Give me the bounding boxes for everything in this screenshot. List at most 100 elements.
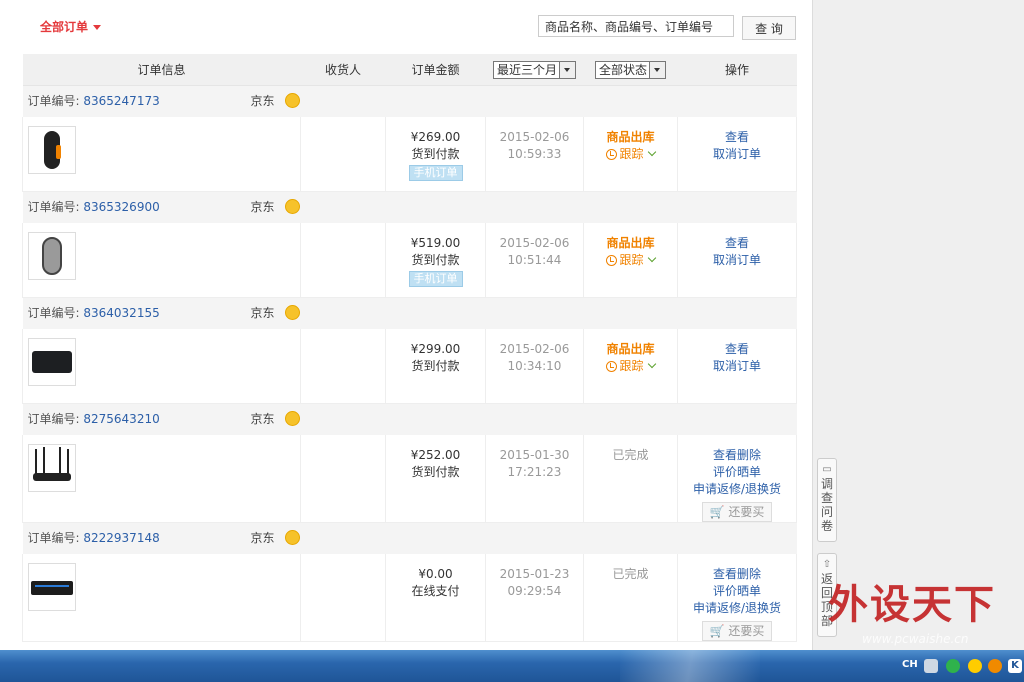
payment-method: 货到付款 (411, 465, 460, 479)
order-number-label: 订单编号: (27, 531, 80, 545)
shop-name: 京东 (250, 306, 275, 320)
product-cell (22, 435, 301, 523)
product-cell (22, 554, 301, 642)
order-filter-label: 全部订单 (40, 20, 89, 34)
order-action-link[interactable]: 申请返修/退换货 (693, 601, 781, 615)
survey-label: 调查问卷 (821, 477, 834, 533)
order-action-link[interactable]: 取消订单 (713, 147, 761, 161)
track-link[interactable]: 跟踪 (584, 146, 677, 163)
orders-body: 订单编号: 8365247173 京东 ¥269.00 货到付款 手机订单 20… (22, 85, 797, 642)
order-action-link[interactable]: 查看 (725, 342, 749, 356)
track-label: 跟踪 (619, 359, 644, 373)
order-action-link[interactable]: 查看 (725, 130, 749, 144)
order-filter-dropdown[interactable]: 全部订单 (40, 18, 102, 35)
order-actions: 查看删除评价晒单申请返修/退换货 🛒 还要买 (678, 447, 796, 522)
arrow-up-icon: ⇧ (822, 559, 832, 570)
jd-shop-icon[interactable] (284, 93, 300, 108)
jd-shop-icon[interactable] (284, 530, 300, 545)
order-row: ¥299.00 货到付款 2015-02-06 10:34:10 商品出库 跟踪… (22, 329, 797, 404)
order-action-link[interactable]: 评价晒单 (713, 584, 761, 598)
product-thumbnail[interactable] (28, 444, 76, 492)
cart-icon: 🛒 (709, 624, 729, 638)
ops-cell: 查看 取消订单 (677, 223, 797, 298)
payment-method: 货到付款 (411, 359, 460, 373)
header-receiver: 收货人 (300, 54, 386, 86)
order-time: 10:59:33 (507, 147, 562, 161)
order-number-label: 订单编号: (27, 200, 80, 214)
order-status: 已完成 (612, 448, 649, 462)
order-number-label: 订单编号: (27, 306, 80, 320)
product-thumbnail[interactable] (28, 563, 76, 611)
product-thumbnail[interactable] (28, 126, 76, 174)
green-tray-icon[interactable] (946, 659, 960, 673)
chevron-down-icon (93, 25, 102, 30)
jd-shop-icon[interactable] (284, 305, 300, 320)
order-number-link[interactable]: 8364032155 (83, 306, 159, 320)
ops-cell: 查看 取消订单 (677, 117, 797, 192)
order-actions: 查看 取消订单 (678, 129, 796, 163)
order-header-row: 订单编号: 8365247173 京东 (22, 85, 797, 117)
taskbar-shine (620, 650, 760, 682)
product-thumbnail[interactable] (28, 232, 76, 280)
order-header-cell: 订单编号: 8365326900 京东 (22, 191, 797, 223)
order-header-row: 订单编号: 8364032155 京东 (22, 297, 797, 329)
order-action-link[interactable]: 查看 (725, 236, 749, 250)
survey-tab[interactable]: ▭ 调查问卷 (817, 458, 837, 542)
status-select-value: 全部状态 (598, 62, 647, 77)
moon-tray-icon[interactable] (968, 659, 982, 673)
receiver-cell (300, 435, 386, 523)
order-header: 订单编号: 8275643210 京东 (23, 404, 797, 435)
order-actions: 查看 取消订单 (678, 341, 796, 375)
k-tray-icon[interactable]: K (1008, 659, 1022, 673)
status-select[interactable]: 全部状态 (594, 60, 666, 79)
orders-table: 订单信息 收货人 订单金额 最近三个月 全部状态 操作 订单编号: 836524… (22, 54, 797, 642)
track-link[interactable]: 跟踪 (584, 252, 677, 269)
order-number-link[interactable]: 8222937148 (83, 531, 159, 545)
order-action-link[interactable]: 申请返修/退换货 (693, 482, 781, 496)
order-number-link[interactable]: 8275643210 (83, 412, 159, 426)
order-row: ¥519.00 货到付款 手机订单 2015-02-06 10:51:44 商品… (22, 223, 797, 298)
rebuy-button[interactable]: 🛒 还要买 (702, 621, 772, 641)
order-status: 商品出库 (606, 342, 655, 356)
product-cell (22, 117, 301, 192)
header-ops: 操作 (677, 54, 797, 86)
select-arrow-icon (559, 61, 575, 78)
order-header-row: 订单编号: 8222937148 京东 (22, 522, 797, 554)
order-header: 订单编号: 8365326900 京东 (23, 192, 797, 223)
rebuy-label: 还要买 (728, 505, 765, 519)
order-time: 17:21:23 (507, 465, 562, 479)
track-link[interactable]: 跟踪 (584, 358, 677, 375)
order-action-link[interactable]: 查看删除 (713, 448, 761, 462)
product-cell (22, 223, 301, 298)
search-input[interactable] (538, 15, 734, 37)
payment-method: 在线支付 (411, 584, 460, 598)
order-price: ¥269.00 (410, 130, 461, 144)
orange-tray-icon[interactable] (988, 659, 1002, 673)
header-status-cell: 全部状态 (583, 54, 678, 86)
search-button[interactable]: 查 询 (742, 16, 796, 40)
payment-method: 货到付款 (411, 147, 460, 161)
order-date: 2015-01-23 (499, 567, 570, 581)
time-range-select[interactable]: 最近三个月 (492, 60, 576, 79)
mobile-order-badge: 手机订单 (408, 271, 463, 287)
watermark-url: www.pcwaishe.cn (862, 632, 969, 646)
order-action-link[interactable]: 查看删除 (713, 567, 761, 581)
order-time: 10:51:44 (507, 253, 562, 267)
order-number-link[interactable]: 8365326900 (83, 200, 159, 214)
keyboard-tray-icon[interactable] (924, 659, 938, 673)
receiver-cell (300, 223, 386, 298)
ops-cell: 查看删除评价晒单申请返修/退换货 🛒 还要买 (677, 554, 797, 642)
rebuy-button[interactable]: 🛒 还要买 (702, 502, 772, 522)
time-cell: 2015-01-30 17:21:23 (485, 435, 584, 523)
order-action-link[interactable]: 取消订单 (713, 253, 761, 267)
chevron-down-icon (647, 147, 656, 157)
jd-shop-icon[interactable] (284, 199, 300, 214)
jd-shop-icon[interactable] (284, 411, 300, 426)
payment-method: 货到付款 (411, 253, 460, 267)
order-action-link[interactable]: 取消订单 (713, 359, 761, 373)
language-indicator[interactable]: CH (902, 659, 918, 670)
order-header-cell: 订单编号: 8365247173 京东 (22, 85, 797, 117)
order-number-link[interactable]: 8365247173 (83, 94, 159, 108)
product-thumbnail[interactable] (28, 338, 76, 386)
order-action-link[interactable]: 评价晒单 (713, 465, 761, 479)
